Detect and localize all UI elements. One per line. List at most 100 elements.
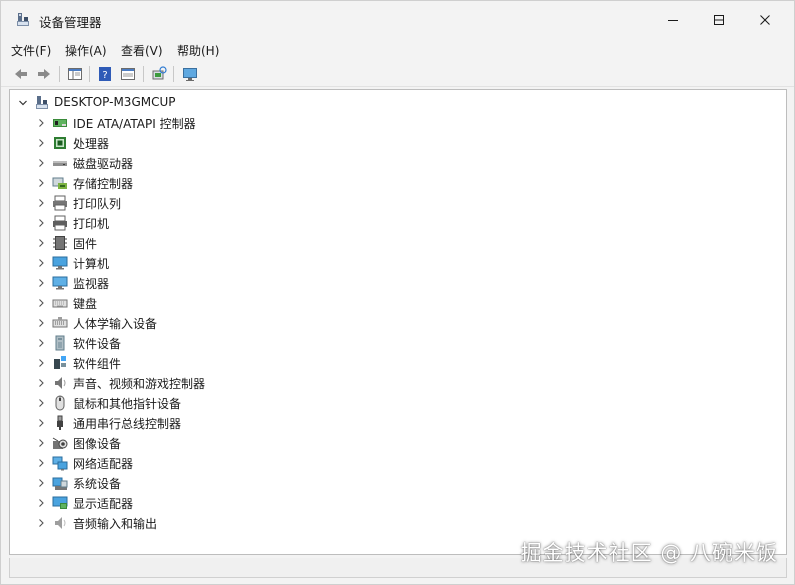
tree-node-label: 固件 [73, 237, 98, 251]
chevron-right-icon[interactable] [34, 353, 48, 373]
chevron-right-icon[interactable] [34, 233, 48, 253]
disk-drive-icon [53, 161, 67, 166]
chevron-right-icon[interactable] [34, 193, 48, 213]
chevron-right-icon[interactable] [34, 513, 48, 533]
tree-node[interactable]: 系统设备 [10, 473, 410, 493]
tree-node[interactable]: 鼠标和其他指针设备 [10, 393, 410, 413]
help-icon: ? [99, 67, 111, 81]
chevron-right-icon[interactable] [34, 113, 48, 133]
chevron-right-icon[interactable] [34, 153, 48, 173]
tree-node[interactable]: 音频输入和输出 [10, 513, 410, 533]
chevron-right-icon[interactable] [34, 373, 48, 393]
software-component-icon [54, 356, 66, 369]
tree-node-label: 音频输入和输出 [73, 517, 158, 531]
tree-node[interactable]: 打印队列 [10, 193, 410, 213]
menu-help[interactable]: 帮助(H) [177, 42, 219, 59]
tree-node[interactable]: 人体学输入设备 [10, 313, 410, 333]
system-device-icon [52, 477, 68, 490]
tree-node[interactable]: IDE ATA/ATAPI 控制器 [10, 113, 410, 133]
tree-node-label: 图像设备 [73, 437, 122, 451]
tree-node-label: 监视器 [73, 277, 110, 291]
menu-view[interactable]: 查看(V) [121, 42, 163, 59]
tree-node[interactable]: 软件组件 [10, 353, 410, 373]
maximize-button[interactable] [696, 1, 742, 39]
processor-icon [54, 137, 66, 149]
tree-node[interactable]: 通用串行总线控制器 [10, 413, 410, 433]
chevron-right-icon[interactable] [34, 473, 48, 493]
scan-hardware-button[interactable] [149, 64, 169, 84]
toolbar-separator [173, 66, 174, 82]
tree-node[interactable]: 软件设备 [10, 333, 410, 353]
tree-node[interactable]: 磁盘驱动器 [10, 153, 410, 173]
show-hide-console-tree-icon [121, 68, 135, 80]
tree-node[interactable]: 键盘 [10, 293, 410, 313]
menu-file[interactable]: 文件(F) [11, 42, 51, 59]
close-icon [760, 15, 770, 25]
tree-node-label: 软件设备 [73, 337, 122, 351]
tree-node[interactable]: 固件 [10, 233, 410, 253]
chevron-right-icon[interactable] [34, 313, 48, 333]
tree-node-label: IDE ATA/ATAPI 控制器 [73, 117, 196, 131]
forward-arrow-icon [38, 69, 50, 79]
chevron-right-icon[interactable] [34, 133, 48, 153]
storage-controller-icon [52, 177, 67, 189]
tree-node[interactable]: 图像设备 [10, 433, 410, 453]
device-tree-panel[interactable]: DESKTOP-M3GMCUP IDE ATA/ATAPI 控制器 处理器磁盘驱动… [9, 89, 787, 555]
tree-node[interactable]: 显示适配器 [10, 493, 410, 513]
tree-node[interactable]: 存储控制器 [10, 173, 410, 193]
chevron-right-icon[interactable] [34, 173, 48, 193]
printer-icon [53, 215, 67, 231]
properties-pane-button[interactable] [65, 64, 85, 84]
monitor-display-icon [183, 68, 197, 81]
chevron-right-icon[interactable] [34, 273, 48, 293]
tree-node-label: 处理器 [73, 137, 110, 151]
chevron-right-icon[interactable] [34, 213, 48, 233]
network-adapter-icon [52, 456, 68, 471]
close-button[interactable] [742, 1, 788, 39]
toolbar-separator [143, 66, 144, 82]
tree-node-label: 打印队列 [73, 197, 122, 211]
chevron-right-icon[interactable] [34, 393, 48, 413]
tree-node-label: 鼠标和其他指针设备 [73, 397, 182, 411]
maximize-icon [714, 15, 724, 25]
chevron-right-icon[interactable] [34, 433, 48, 453]
usb-icon [57, 415, 63, 430]
display-button[interactable] [180, 64, 200, 84]
menu-action[interactable]: 操作(A) [65, 42, 107, 59]
chevron-right-icon[interactable] [34, 493, 48, 513]
hid-icon [52, 317, 68, 328]
minimize-icon [668, 20, 678, 21]
window-title: 设备管理器 [39, 15, 102, 30]
tree-node[interactable]: 打印机 [10, 213, 410, 233]
chevron-right-icon[interactable] [34, 293, 48, 313]
keyboard-icon [52, 299, 68, 308]
tree-node[interactable]: 计算机 [10, 253, 410, 273]
tree-node[interactable]: 处理器 [10, 133, 410, 153]
device-manager-window: 设备管理器 文件(F) 操作(A) 查看(V) 帮助(H) ? DESKTOP-… [0, 0, 795, 585]
sound-icon [55, 377, 66, 389]
watermark: 掘金技术社区 @ 八碗米饭 [520, 541, 778, 565]
tree-node[interactable]: 网络适配器 [10, 453, 410, 473]
mouse-icon [55, 395, 65, 411]
minimize-button[interactable] [650, 1, 696, 39]
chevron-right-icon[interactable] [34, 453, 48, 473]
chevron-right-icon[interactable] [34, 333, 48, 353]
help-button[interactable]: ? [95, 64, 115, 84]
computer-icon [52, 256, 68, 270]
tree-node[interactable]: 监视器 [10, 273, 410, 293]
tree-root[interactable]: DESKTOP-M3GMCUP [10, 93, 410, 113]
tree-node[interactable]: 声音、视频和游戏控制器 [10, 373, 410, 393]
toolbar-separator [59, 66, 60, 82]
chevron-right-icon[interactable] [34, 253, 48, 273]
ide-controller-icon [53, 119, 67, 127]
software-device-icon [55, 335, 65, 351]
device-manager-icon [17, 13, 29, 26]
toolbar: ? [1, 61, 794, 87]
tree-node-label: 存储控制器 [73, 177, 134, 191]
chevron-down-icon[interactable] [16, 93, 30, 113]
forward-button[interactable] [34, 64, 54, 84]
chevron-right-icon[interactable] [34, 413, 48, 433]
back-button[interactable] [11, 64, 31, 84]
root-label: DESKTOP-M3GMCUP [54, 95, 176, 109]
console-tree-button[interactable] [118, 64, 138, 84]
